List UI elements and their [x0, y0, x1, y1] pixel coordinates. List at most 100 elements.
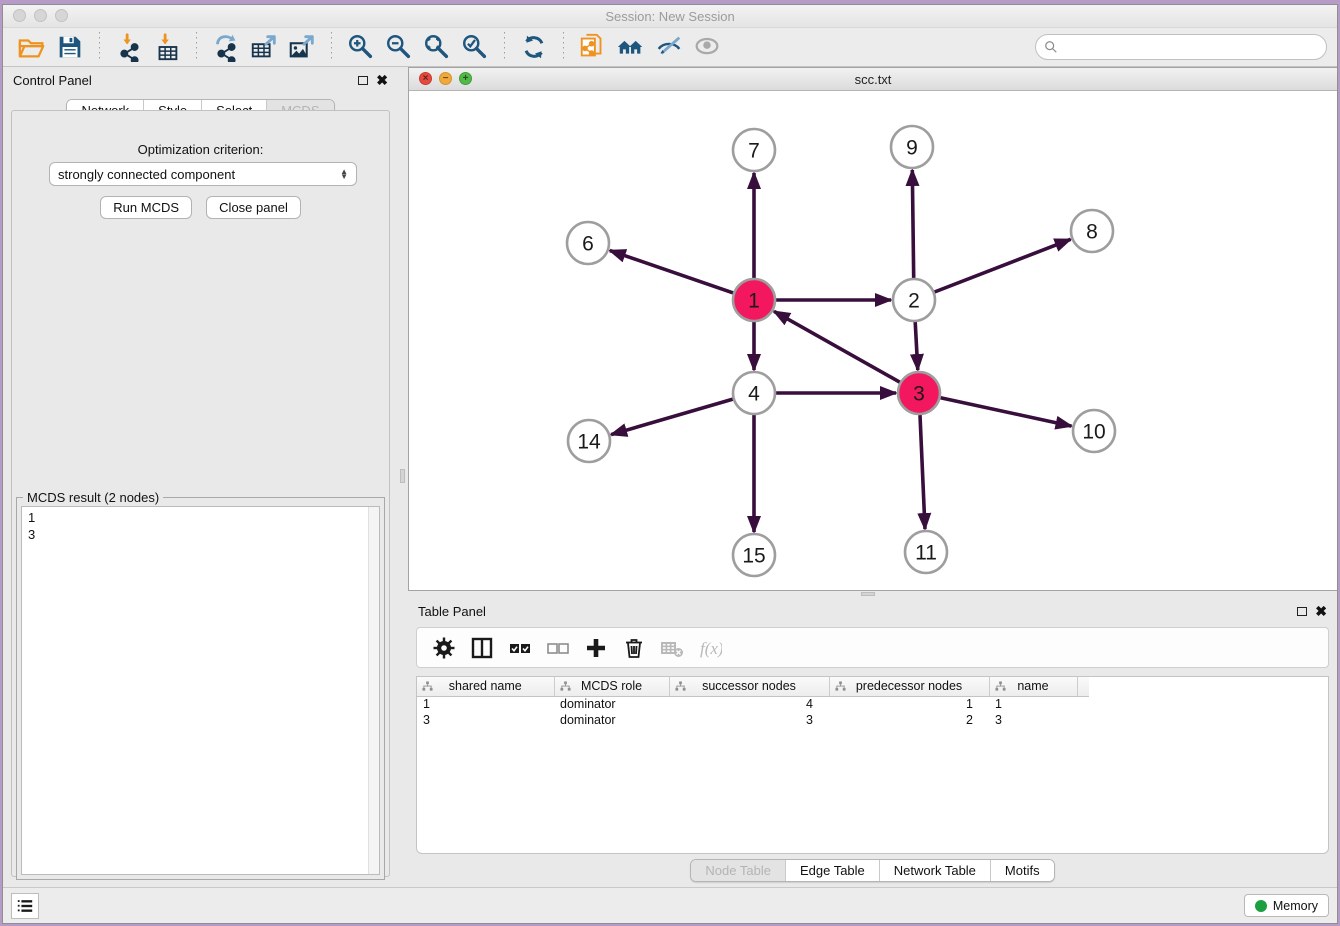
export-table-icon	[249, 32, 279, 62]
graph-node-10[interactable]: 10	[1073, 410, 1115, 452]
graph-node-3[interactable]: 3	[898, 372, 940, 414]
zoom-fit-icon	[422, 32, 452, 62]
search-icon	[1044, 40, 1058, 54]
graph-node-2[interactable]: 2	[893, 279, 935, 321]
column-header-shared-name[interactable]: shared name	[417, 677, 554, 696]
graph-node-8[interactable]: 8	[1071, 210, 1113, 252]
close-panel-icon[interactable]: ✖	[1315, 606, 1327, 616]
table-settings-button[interactable]	[427, 632, 461, 664]
edge-2-3[interactable]	[915, 322, 918, 370]
close-panel-button[interactable]: Close panel	[206, 196, 301, 219]
run-mcds-button[interactable]: Run MCDS	[100, 196, 192, 219]
table-row[interactable]: 1dominator411	[417, 696, 1089, 712]
task-history-button[interactable]	[11, 893, 39, 919]
toolbar-separator	[196, 32, 197, 62]
result-scrollbar[interactable]	[368, 507, 379, 874]
cell-MCDS-role[interactable]: dominator	[554, 712, 669, 728]
node-label: 4	[748, 383, 760, 406]
delete-column-button[interactable]	[617, 632, 651, 664]
edge-3-1[interactable]	[774, 311, 900, 382]
optimization-criterion-select[interactable]: strongly connected component ▲▼	[49, 162, 357, 186]
cell-predecessor-nodes[interactable]: 1	[829, 696, 989, 712]
tab-edge-table[interactable]: Edge Table	[786, 860, 880, 881]
search-box	[1035, 34, 1327, 60]
sort-icon	[422, 681, 433, 692]
apply-layout-button[interactable]	[515, 30, 553, 64]
cell-shared-name[interactable]: 3	[417, 712, 554, 728]
column-header-predecessor-nodes[interactable]: predecessor nodes	[829, 677, 989, 696]
vertical-splitter[interactable]	[398, 67, 408, 887]
function-builder-button: f(x)	[693, 632, 727, 664]
splitter-grip[interactable]	[861, 592, 875, 596]
horizontal-splitter[interactable]	[408, 591, 1337, 598]
deselect-all-button[interactable]	[541, 632, 575, 664]
column-header-MCDS-role[interactable]: MCDS role	[554, 677, 669, 696]
hide-selected-button[interactable]	[650, 30, 688, 64]
network-maximize-button[interactable]: +	[459, 72, 472, 85]
cell-name[interactable]: 3	[989, 712, 1077, 728]
search-input[interactable]	[1063, 40, 1318, 55]
graph-node-7[interactable]: 7	[733, 129, 775, 171]
mcds-result-text[interactable]: 1 3	[21, 506, 380, 875]
graph-node-11[interactable]: 11	[905, 531, 947, 573]
window-close-button[interactable]	[13, 9, 26, 22]
cell-name[interactable]: 1	[989, 696, 1077, 712]
clone-network-button[interactable]	[574, 30, 612, 64]
edge-1-6[interactable]	[610, 251, 733, 293]
column-header-successor-nodes[interactable]: successor nodes	[669, 677, 829, 696]
cell-successor-nodes[interactable]: 3	[669, 712, 829, 728]
application-window: Session: New Session Cont	[2, 4, 1338, 924]
window-zoom-button[interactable]	[55, 9, 68, 22]
import-table-button[interactable]	[148, 30, 186, 64]
apply-layout-icon	[519, 32, 549, 62]
zoom-in-button[interactable]	[342, 30, 380, 64]
cell-shared-name[interactable]: 1	[417, 696, 554, 712]
toolbar-group	[110, 30, 186, 64]
zoom-selected-button[interactable]	[456, 30, 494, 64]
edge-4-14[interactable]	[611, 399, 733, 435]
edge-3-11[interactable]	[920, 415, 925, 529]
save-session-button[interactable]	[51, 30, 89, 64]
add-column-button[interactable]	[579, 632, 613, 664]
window-minimize-button[interactable]	[34, 9, 47, 22]
optimization-criterion-label: Optimization criterion:	[12, 142, 389, 157]
graph-node-1[interactable]: 1	[733, 279, 775, 321]
column-header-name[interactable]: name	[989, 677, 1077, 696]
zoom-fit-button[interactable]	[418, 30, 456, 64]
edge-3-10[interactable]	[941, 398, 1072, 426]
tab-node-table[interactable]: Node Table	[691, 860, 786, 881]
float-panel-icon[interactable]	[1297, 607, 1307, 616]
float-panel-icon[interactable]	[358, 76, 368, 85]
edge-2-8[interactable]	[935, 239, 1071, 292]
node-label: 11	[915, 542, 937, 565]
import-network-button[interactable]	[110, 30, 148, 64]
tab-network-table[interactable]: Network Table	[880, 860, 991, 881]
network-minimize-button[interactable]: −	[439, 72, 452, 85]
graph-node-6[interactable]: 6	[567, 222, 609, 264]
cell-MCDS-role[interactable]: dominator	[554, 696, 669, 712]
node-label: 6	[582, 233, 594, 256]
table-row[interactable]: 3dominator323	[417, 712, 1089, 728]
cell-predecessor-nodes[interactable]: 2	[829, 712, 989, 728]
memory-button[interactable]: Memory	[1244, 894, 1329, 917]
splitter-grip[interactable]	[400, 469, 405, 483]
close-panel-icon[interactable]: ✖	[376, 75, 388, 85]
graph-node-14[interactable]: 14	[568, 420, 610, 462]
select-all-button[interactable]	[503, 632, 537, 664]
export-image-button[interactable]	[283, 30, 321, 64]
toggle-panel-button[interactable]	[465, 632, 499, 664]
tab-motifs[interactable]: Motifs	[991, 860, 1054, 881]
network-close-button[interactable]: ×	[419, 72, 432, 85]
graph-node-15[interactable]: 15	[733, 534, 775, 576]
zoom-in-icon	[346, 32, 376, 62]
zoom-out-button[interactable]	[380, 30, 418, 64]
network-canvas[interactable]: 7 9 6 8 1 2 4 3 14 10 15 11	[409, 91, 1337, 590]
cell-successor-nodes[interactable]: 4	[669, 696, 829, 712]
open-file-button[interactable]	[13, 30, 51, 64]
export-table-button[interactable]	[245, 30, 283, 64]
first-neighbors-button[interactable]	[612, 30, 650, 64]
graph-node-4[interactable]: 4	[733, 372, 775, 414]
export-network-button[interactable]	[207, 30, 245, 64]
graph-node-9[interactable]: 9	[891, 126, 933, 168]
edge-2-9[interactable]	[912, 170, 913, 278]
